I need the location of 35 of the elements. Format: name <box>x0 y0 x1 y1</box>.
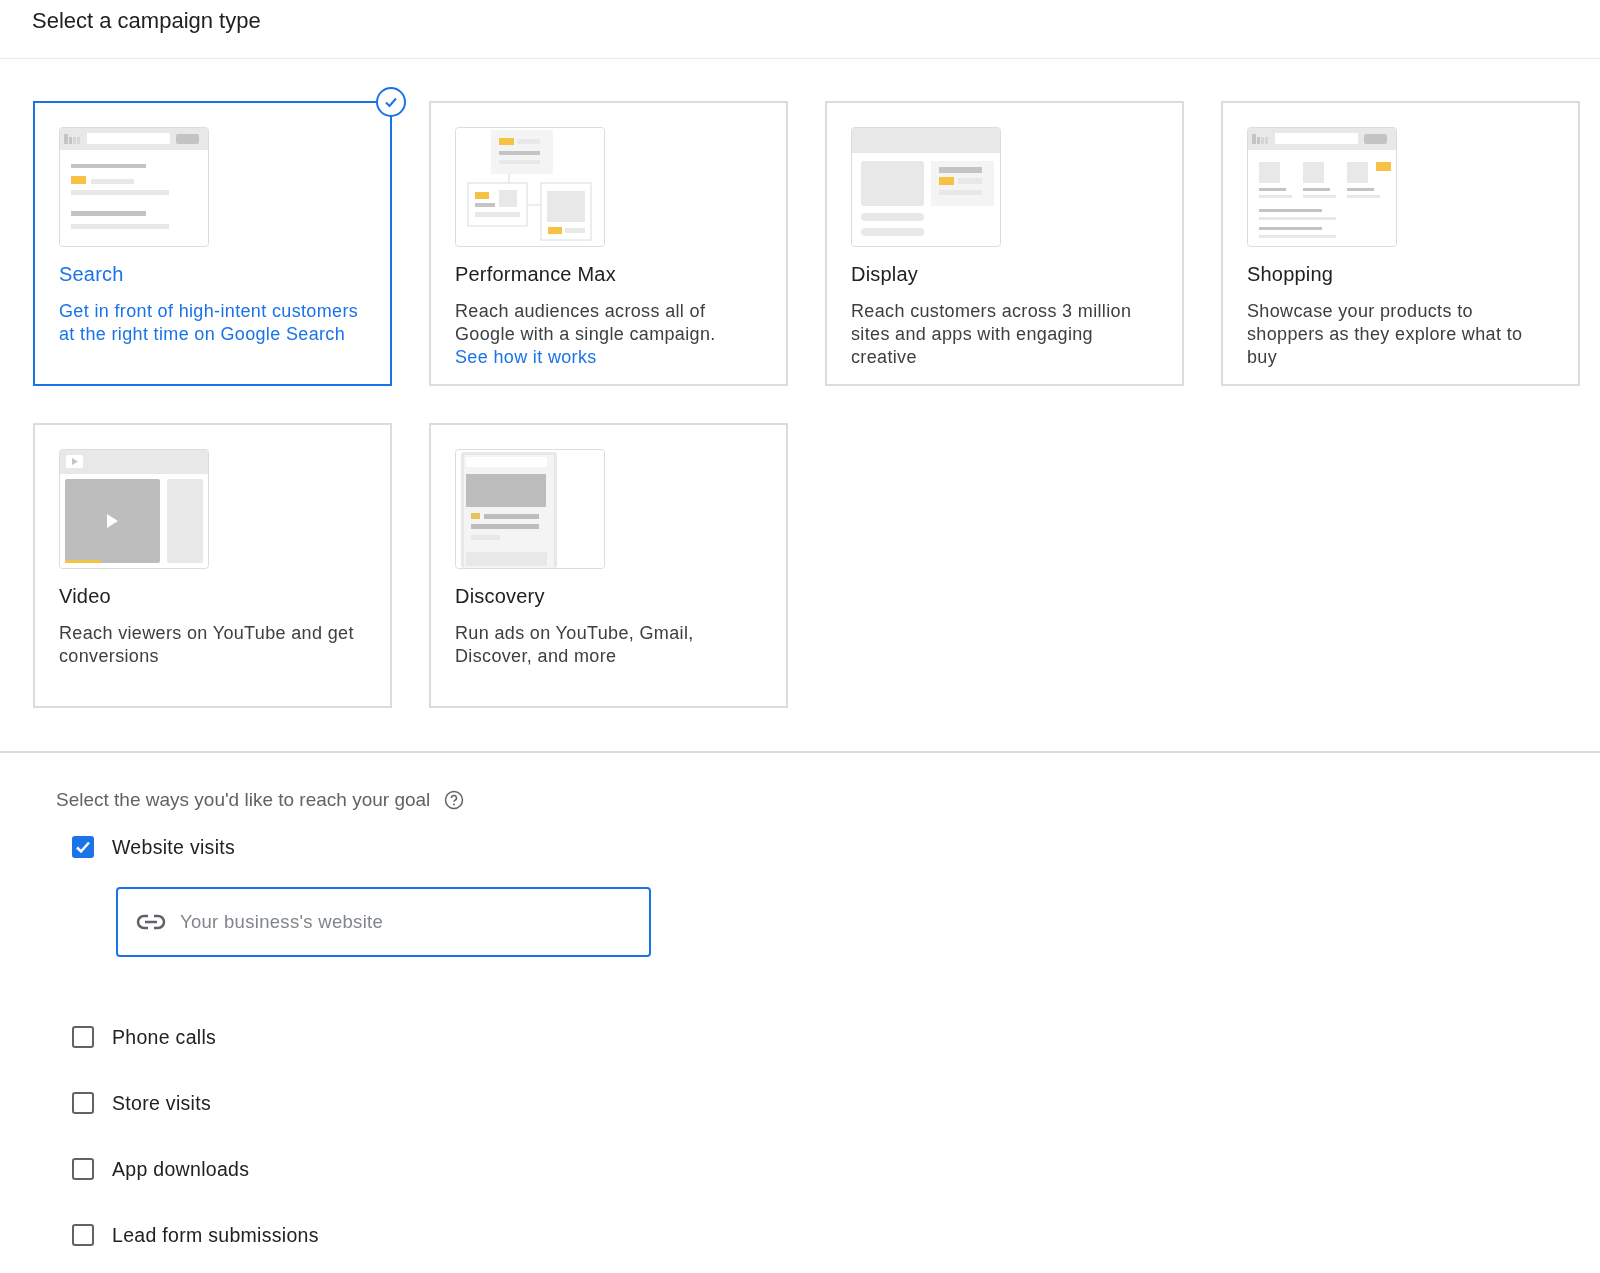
option-label: Lead form submissions <box>112 1223 319 1247</box>
link-icon <box>136 914 166 930</box>
checkbox[interactable] <box>72 836 94 858</box>
card-title: Display <box>851 263 919 286</box>
campaign-type-card[interactable]: Search Get in front of high-intent customers at the right time on Google Search <box>33 101 392 386</box>
campaign-type-card[interactable]: Discovery Run ads on YouTube, Gmail, Discover, and more <box>429 423 788 708</box>
card-description: Reach customers across 3 million sites and apps with engaging creative <box>851 300 1133 369</box>
help-icon[interactable] <box>444 790 465 810</box>
card-title: Performance Max <box>455 263 617 286</box>
how-it-works-link[interactable]: See how it works <box>455 347 597 367</box>
card-description: Get in front of high-intent customers at the right time on Google Search <box>59 300 360 346</box>
option-label: Store visits <box>112 1091 211 1115</box>
checkbox[interactable] <box>72 1026 94 1048</box>
campaign-type-card[interactable]: Shopping Showcase your products to shoppers as they explore what to buy <box>1221 101 1580 386</box>
website-input-field[interactable]: Your business's website <box>116 887 651 957</box>
option-label: Website visits <box>112 835 236 859</box>
checkbox[interactable] <box>72 1158 94 1180</box>
card-description: Reach viewers on YouTube and get conversions <box>59 622 355 668</box>
card-description: Reach audiences across all of Google with a single campaign. See how it works <box>455 300 717 369</box>
page-title: Select a campaign type <box>32 8 261 34</box>
option-label: App downloads <box>112 1157 250 1181</box>
campaign-type-card[interactable]: Display Reach customers across 3 million sites and apps with engaging creative <box>825 101 1184 386</box>
check-circle-icon <box>376 87 406 117</box>
goals-heading: Select the ways you'd like to reach your goal <box>56 789 431 811</box>
campaign-type-card[interactable]: Video Reach viewers on YouTube and get conversions <box>33 423 392 708</box>
card-description: Run ads on YouTube, Gmail, Discover, and more <box>455 622 695 668</box>
card-description: Showcase your products to shoppers as they explore what to buy <box>1247 300 1524 369</box>
campaign-type-card[interactable]: Performance Max Reach audiences across all of Google with a single campaign. See how it works <box>429 101 788 386</box>
card-title: Discovery <box>455 585 546 608</box>
card-title: Search <box>59 263 125 286</box>
option-label: Phone calls <box>112 1025 217 1049</box>
card-title: Shopping <box>1247 263 1335 286</box>
checkbox[interactable] <box>72 1224 94 1246</box>
checkbox[interactable] <box>72 1092 94 1114</box>
card-title: Video <box>59 585 112 608</box>
